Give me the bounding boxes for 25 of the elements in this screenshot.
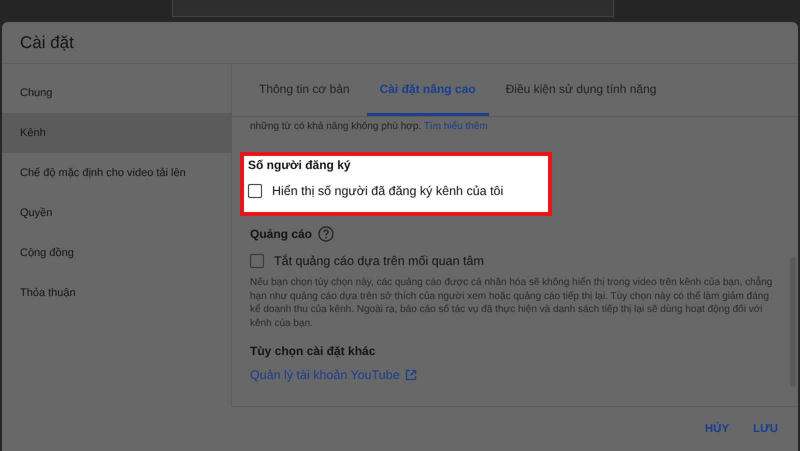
section-title: Tùy chọn cài đặt khác xyxy=(250,344,376,358)
section-title: Số người đăng ký xyxy=(248,158,351,172)
learn-more-link[interactable]: Tìm hiểu thêm xyxy=(424,121,488,132)
checkbox[interactable] xyxy=(248,184,262,198)
sidebar-item[interactable]: Cộng đồng xyxy=(2,233,231,273)
intro-text: những từ có khả năng không phù hợp. Tìm hiểu thêm xyxy=(250,121,489,132)
checkbox-label: Tắt quảng cáo dựa trên mối quan tâm xyxy=(274,254,484,268)
sidebar-item[interactable]: Quyền xyxy=(2,193,231,233)
sidebar-item[interactable]: Chế độ mặc định cho video tải lên xyxy=(2,153,231,193)
sidebar-item[interactable]: Kênh xyxy=(2,113,231,153)
sidebar-item[interactable]: Chung xyxy=(2,73,231,113)
tab[interactable]: Điều kiện sử dụng tính năng xyxy=(492,64,670,116)
checkbox[interactable] xyxy=(250,254,264,268)
dialog-button[interactable]: HỦY xyxy=(696,417,738,441)
description-text: Nếu bạn chọn tùy chọn này, các quảng cáo được cá nhân hóa sẽ không hiển thị trong video trên kênh của bạn, chẳng hạn như quảng cáo dựa trên sở thích của người xem hoặc quảng cáo tiếp thị lại. Tùy chọn này có thể làm giảm đáng kể doanh thu của kênh. Ngoài ra, báo cáo số tác vụ đã thực hiện và danh sách tiếp thị lại sẽ dùng hoạt động đối với kênh của bạn. xyxy=(250,276,774,330)
help-icon[interactable] xyxy=(318,226,334,242)
tab[interactable]: Thông tin cơ bản xyxy=(246,64,363,116)
tab[interactable]: Cài đặt nâng cao xyxy=(366,64,489,116)
external-link-icon xyxy=(404,369,417,381)
sidebar-item[interactable]: Thỏa thuận xyxy=(2,273,231,313)
section-title: Quảng cáo xyxy=(250,227,312,241)
manage-account-link[interactable]: Quản lý tài khoản YouTube xyxy=(250,368,400,382)
dialog-title: Cài đặt xyxy=(20,32,74,52)
dialog-button[interactable]: LƯU xyxy=(745,417,786,441)
checkbox-label: Hiển thị số người đã đăng ký kênh của tôi xyxy=(272,184,504,198)
